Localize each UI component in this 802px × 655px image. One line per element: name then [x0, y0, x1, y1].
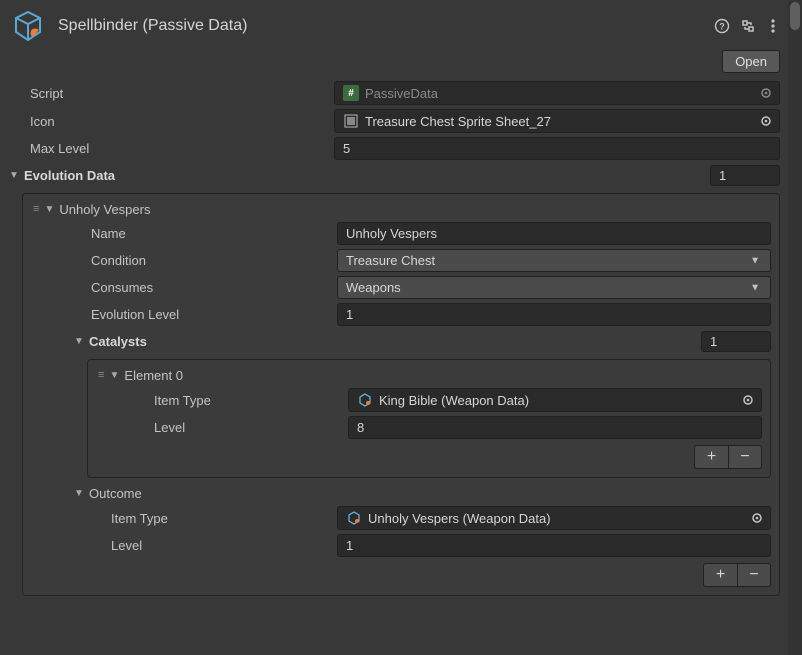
catalyst-level-field[interactable]: 8	[348, 416, 762, 439]
menu-icon[interactable]	[766, 18, 780, 34]
condition-dropdown[interactable]: Treasure Chest ▼	[337, 249, 771, 272]
sprite-icon	[343, 113, 359, 129]
catalyst-element-title: Element 0	[124, 368, 183, 383]
outcome-itemtype-value: Unholy Vespers (Weapon Data)	[368, 511, 551, 526]
evolevel-label: Evolution Level	[91, 307, 179, 322]
outcome-itemtype-field[interactable]: Unholy Vespers (Weapon Data)	[337, 506, 771, 530]
scrollbar[interactable]	[788, 0, 802, 655]
catalysts-foldout[interactable]: ▼ Catalysts	[73, 334, 701, 349]
name-value: Unholy Vespers	[346, 226, 437, 241]
add-button[interactable]: +	[703, 563, 737, 587]
evolution-foldout[interactable]: ▼ Evolution Data	[8, 168, 710, 183]
caret-down-icon: ▼	[73, 336, 85, 347]
add-button[interactable]: +	[694, 445, 728, 469]
scriptable-object-icon	[357, 392, 373, 408]
evolution-item-foldout[interactable]: ≡ ▼ Unholy Vespers	[33, 202, 150, 217]
evolevel-field[interactable]: 1	[337, 303, 771, 326]
script-value: PassiveData	[365, 86, 438, 101]
evolution-item-title: Unholy Vespers	[59, 202, 150, 217]
help-icon[interactable]: ?	[714, 18, 730, 34]
evolution-count[interactable]: 1	[710, 165, 780, 186]
name-field[interactable]: Unholy Vespers	[337, 222, 771, 245]
object-picker-icon[interactable]	[741, 393, 755, 407]
remove-button[interactable]: −	[737, 563, 771, 587]
condition-value: Treasure Chest	[346, 253, 435, 268]
outcome-itemtype-label: Item Type	[111, 511, 168, 526]
catalyst-level-label: Level	[154, 420, 185, 435]
script-icon: #	[343, 85, 359, 101]
catalyst-itemtype-label: Item Type	[154, 393, 211, 408]
chevron-down-icon: ▼	[750, 282, 760, 293]
name-label: Name	[91, 226, 126, 241]
icon-field[interactable]: Treasure Chest Sprite Sheet_27	[334, 109, 780, 133]
catalyst-level-value: 8	[357, 420, 364, 435]
script-label: Script	[30, 86, 63, 101]
icon-value: Treasure Chest Sprite Sheet_27	[365, 114, 551, 129]
header: Spellbinder (Passive Data) ?	[0, 0, 788, 50]
catalyst-element-foldout[interactable]: ≡ ▼ Element 0	[98, 368, 183, 383]
object-picker-icon[interactable]	[750, 511, 764, 525]
drag-handle-icon[interactable]: ≡	[98, 369, 102, 381]
consumes-dropdown[interactable]: Weapons ▼	[337, 276, 771, 299]
svg-text:?: ?	[719, 22, 725, 32]
scriptable-object-icon	[346, 510, 362, 526]
remove-button[interactable]: −	[728, 445, 762, 469]
evolution-list: ≡ ▼ Unholy Vespers Name Unholy Vespers C…	[22, 193, 780, 596]
presets-icon[interactable]	[740, 18, 756, 34]
asset-icon	[8, 6, 48, 46]
maxlevel-value: 5	[343, 141, 350, 156]
consumes-value: Weapons	[346, 280, 401, 295]
outcome-foldout[interactable]: ▼ Outcome	[73, 486, 142, 501]
outcome-label: Outcome	[89, 486, 142, 501]
chevron-down-icon: ▼	[750, 255, 760, 266]
caret-down-icon: ▼	[8, 170, 20, 181]
catalyst-itemtype-field[interactable]: King Bible (Weapon Data)	[348, 388, 762, 412]
caret-down-icon: ▼	[43, 204, 55, 215]
catalysts-count[interactable]: 1	[701, 331, 771, 352]
icon-label: Icon	[30, 114, 55, 129]
open-button[interactable]: Open	[722, 50, 780, 73]
consumes-label: Consumes	[91, 280, 153, 295]
object-picker-icon[interactable]	[759, 114, 773, 128]
maxlevel-label: Max Level	[30, 141, 89, 156]
object-picker-icon[interactable]	[759, 86, 773, 100]
evolution-label: Evolution Data	[24, 168, 115, 183]
condition-label: Condition	[91, 253, 146, 268]
drag-handle-icon[interactable]: ≡	[33, 203, 37, 215]
catalysts-list: ≡ ▼ Element 0 Item Type King Bible (Weap…	[87, 359, 771, 478]
inspector-panel: Spellbinder (Passive Data) ? Open Script…	[0, 0, 788, 655]
evolevel-value: 1	[346, 307, 353, 322]
scrollbar-thumb[interactable]	[790, 2, 800, 30]
catalysts-label: Catalysts	[89, 334, 147, 349]
maxlevel-field[interactable]: 5	[334, 137, 780, 160]
outcome-level-value: 1	[346, 538, 353, 553]
caret-down-icon: ▼	[108, 370, 120, 381]
asset-title: Spellbinder (Passive Data)	[58, 17, 704, 35]
catalyst-itemtype-value: King Bible (Weapon Data)	[379, 393, 529, 408]
outcome-level-label: Level	[111, 538, 142, 553]
outcome-level-field[interactable]: 1	[337, 534, 771, 557]
caret-down-icon: ▼	[73, 488, 85, 499]
script-field: # PassiveData	[334, 81, 780, 105]
